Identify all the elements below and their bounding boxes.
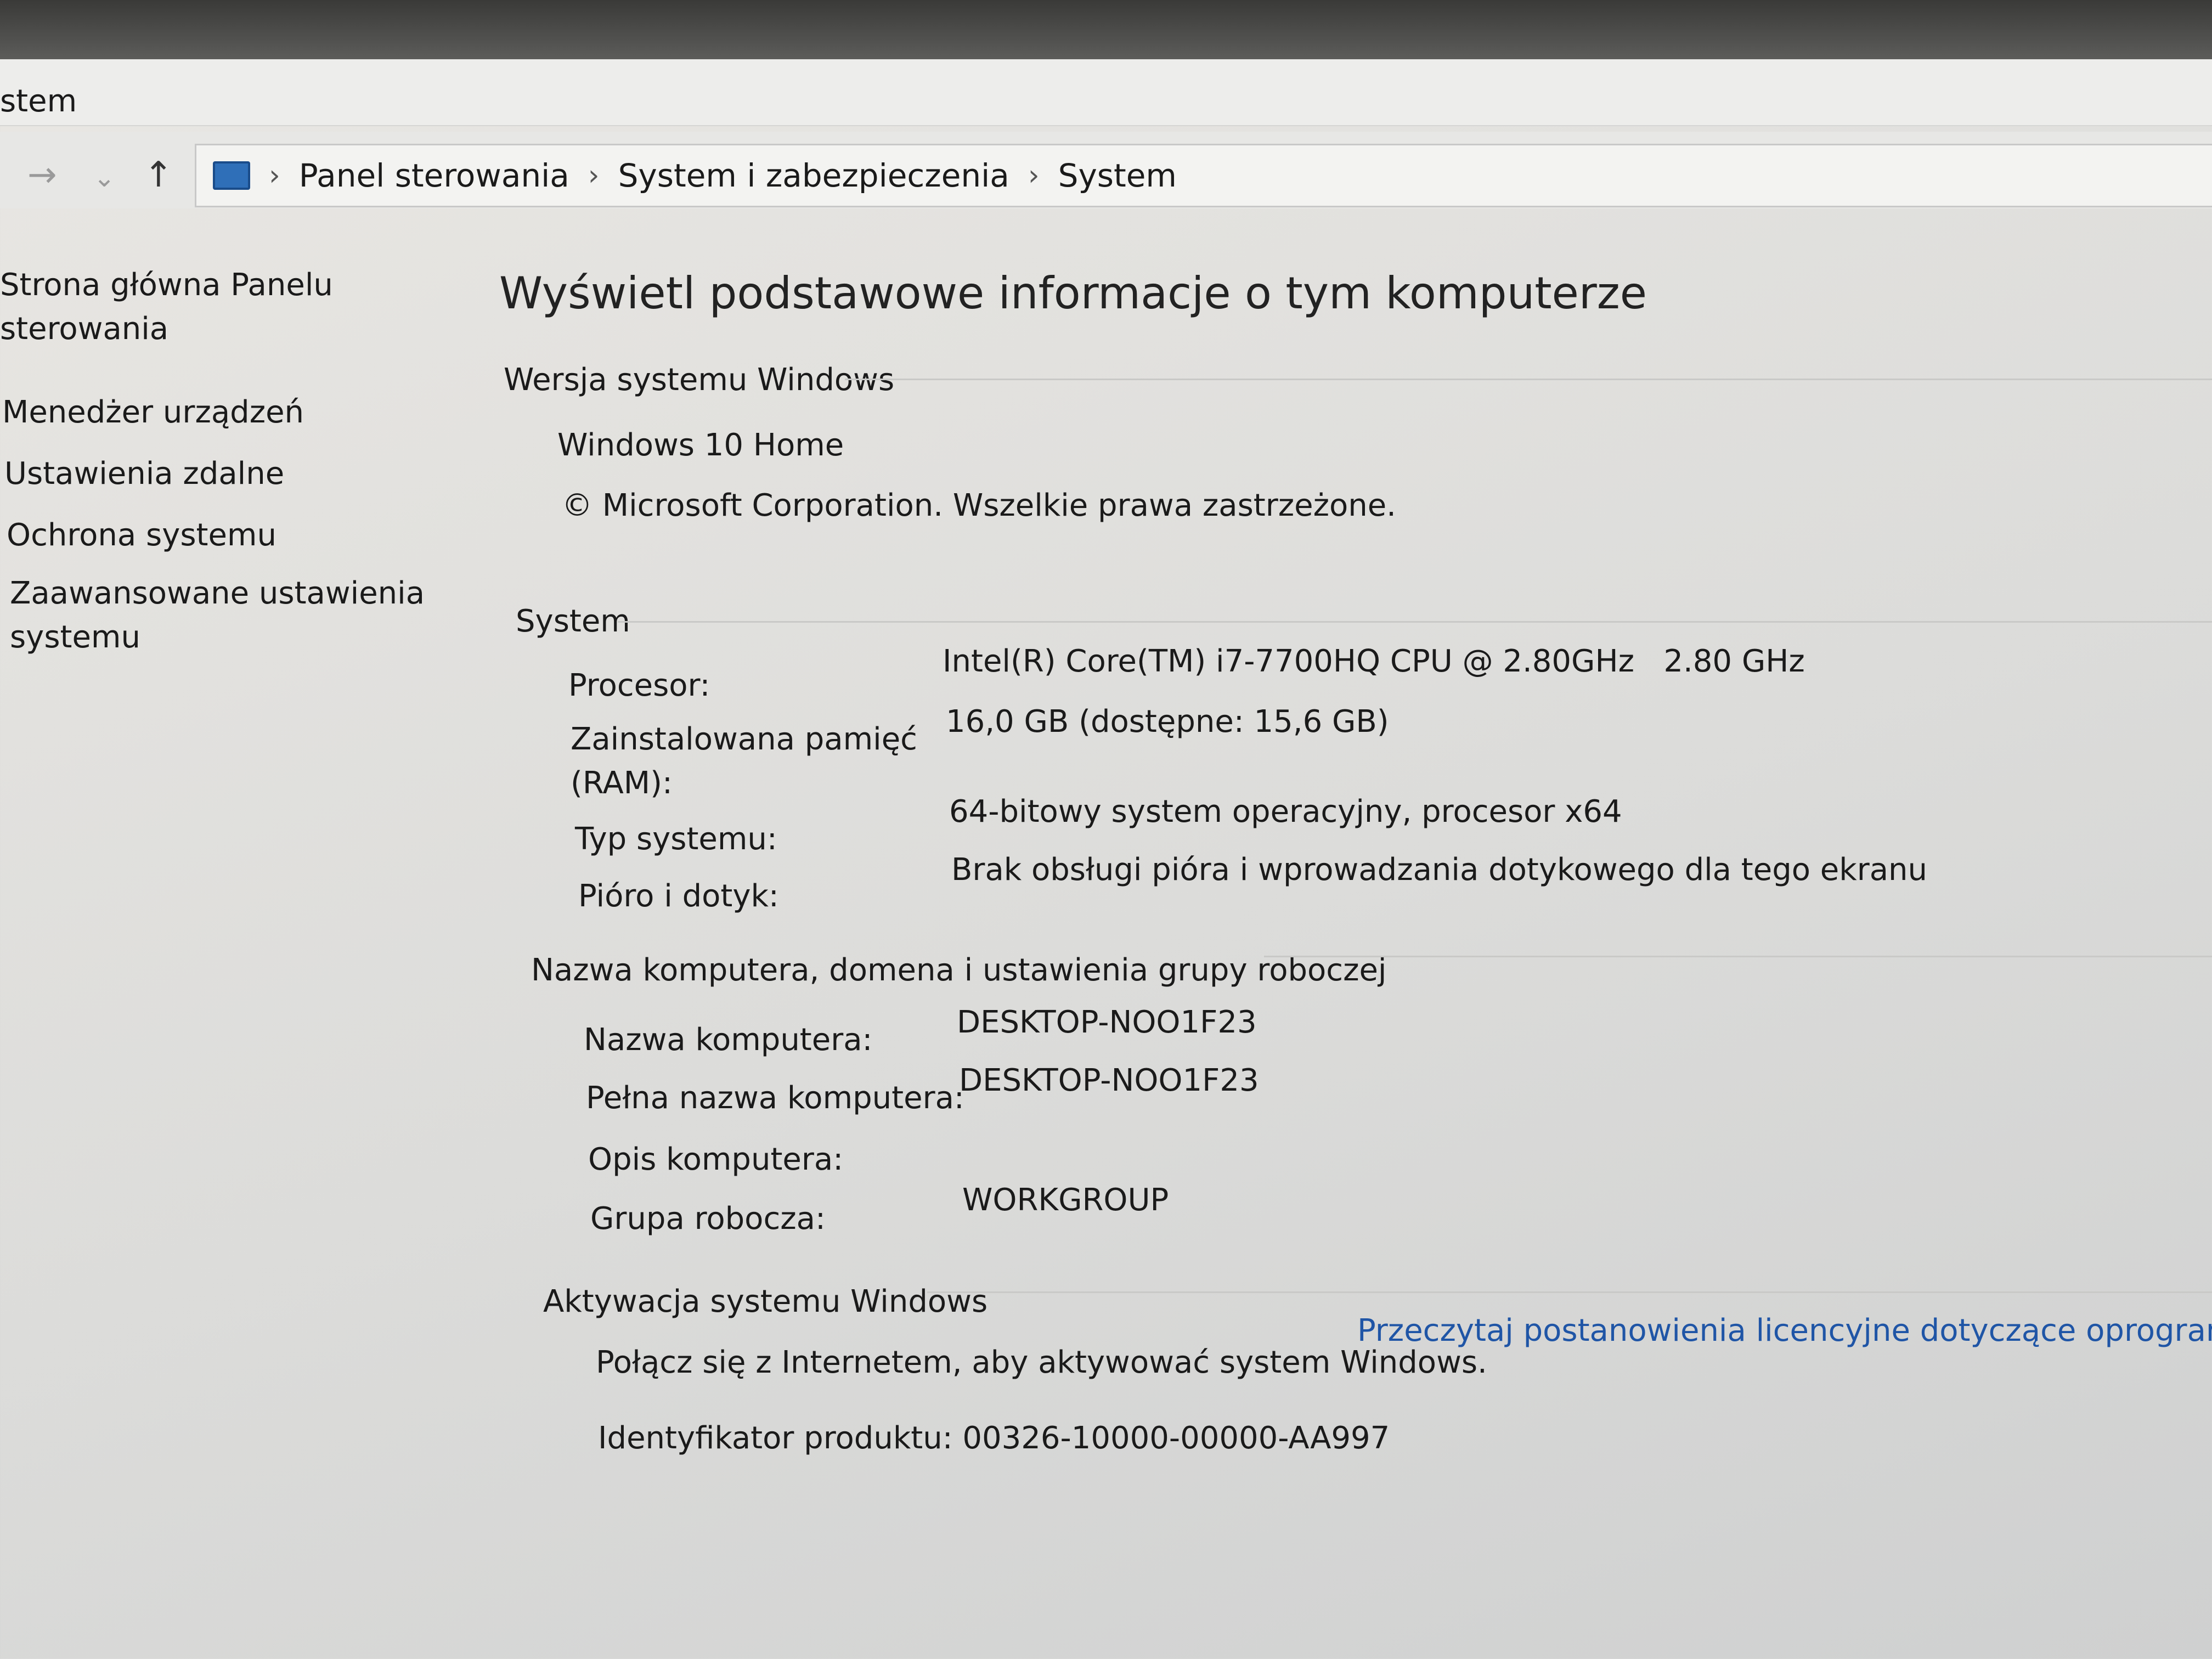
ram-label: Zainstalowana pamięć (RAM): <box>571 718 917 805</box>
ram-label-line-1: Zainstalowana pamięć <box>571 721 917 757</box>
sidebar-item-advanced-settings[interactable]: Zaawansowane ustawienia systemu <box>10 572 425 659</box>
section-title-system: System <box>516 603 630 639</box>
computer-description-label: Opis komputera: <box>588 1142 844 1177</box>
processor-value: Intel(R) Core(TM) i7-7700HQ CPU @ 2.80GH… <box>943 644 1805 679</box>
license-terms-link[interactable]: Przeczytaj postanowienia licencyjne doty… <box>1357 1309 2212 1353</box>
recent-locations-icon[interactable]: ⌄ <box>93 162 115 193</box>
sidebar-item-device-manager[interactable]: Menedżer urządzeń <box>2 391 304 435</box>
workgroup-label: Grupa robocza: <box>590 1201 826 1237</box>
section-divider <box>845 379 2212 380</box>
activation-status: Połącz się z Internetem, aby aktywować s… <box>596 1345 1487 1380</box>
system-type-value: 64-bitowy system operacyjny, procesor x6… <box>949 794 1622 830</box>
breadcrumb-panel-sterowania[interactable]: Panel sterowania <box>299 157 569 194</box>
address-bar[interactable]: › Panel sterowania › System i zabezpiecz… <box>195 144 2212 207</box>
pen-touch-label: Pióro i dotyk: <box>578 878 779 914</box>
pen-touch-value: Brak obsługi pióra i wprowadzania dotyko… <box>951 852 1928 888</box>
sidebar-control-panel-home[interactable]: Strona główna Panelu sterowania <box>0 263 333 351</box>
product-id: Identyfikator produktu: 00326-10000-0000… <box>598 1420 1390 1456</box>
section-title-activation: Aktywacja systemu Windows <box>543 1284 988 1319</box>
windows-edition-value: Windows 10 Home <box>557 427 844 463</box>
computer-icon <box>213 161 250 190</box>
workgroup-value: WORKGROUP <box>962 1182 1169 1218</box>
forward-arrow-icon[interactable]: → <box>27 155 57 195</box>
sidebar-home-line-2: sterowania <box>0 311 169 347</box>
chevron-right-icon: › <box>1028 159 1040 192</box>
section-divider <box>927 1291 2212 1293</box>
breadcrumb-system[interactable]: System <box>1058 157 1177 194</box>
chevron-right-icon: › <box>588 159 600 192</box>
sidebar-item-remote-settings[interactable]: Ustawienia zdalne <box>4 452 284 496</box>
full-computer-name-label: Pełna nazwa komputera: <box>586 1080 964 1116</box>
sidebar-advanced-line-2: systemu <box>10 619 140 655</box>
breadcrumb-system-i-zabezpieczenia[interactable]: System i zabezpieczenia <box>618 157 1009 194</box>
processor-label: Procesor: <box>568 668 710 703</box>
top-bezel <box>0 0 2212 59</box>
title-bar <box>0 59 2212 126</box>
sidebar-home-line-1: Strona główna Panelu <box>0 267 333 303</box>
computer-name-label: Nazwa komputera: <box>584 1022 873 1058</box>
sidebar-item-system-protection[interactable]: Ochrona systemu <box>7 514 276 557</box>
sidebar-advanced-line-1: Zaawansowane ustawienia <box>10 575 425 611</box>
ram-value: 16,0 GB (dostępne: 15,6 GB) <box>946 704 1389 740</box>
section-divider <box>618 621 2212 623</box>
section-divider <box>1264 956 2212 957</box>
chevron-right-icon: › <box>269 159 280 192</box>
window-title: stem <box>0 83 77 119</box>
section-title-windows-edition: Wersja systemu Windows <box>504 362 895 398</box>
copyright-text: © Microsoft Corporation. Wszelkie prawa … <box>562 488 1396 523</box>
page-title: Wyświetl podstawowe informacje o tym kom… <box>499 268 1647 319</box>
full-computer-name-value: DESKTOP-NOO1F23 <box>959 1063 1259 1098</box>
ram-label-line-2: (RAM): <box>571 765 673 801</box>
section-title-computer-name: Nazwa komputera, domena i ustawienia gru… <box>531 952 1387 988</box>
computer-name-value: DESKTOP-NOO1F23 <box>957 1005 1257 1040</box>
system-type-label: Typ systemu: <box>575 821 777 857</box>
up-arrow-icon[interactable]: ↑ <box>144 155 173 195</box>
